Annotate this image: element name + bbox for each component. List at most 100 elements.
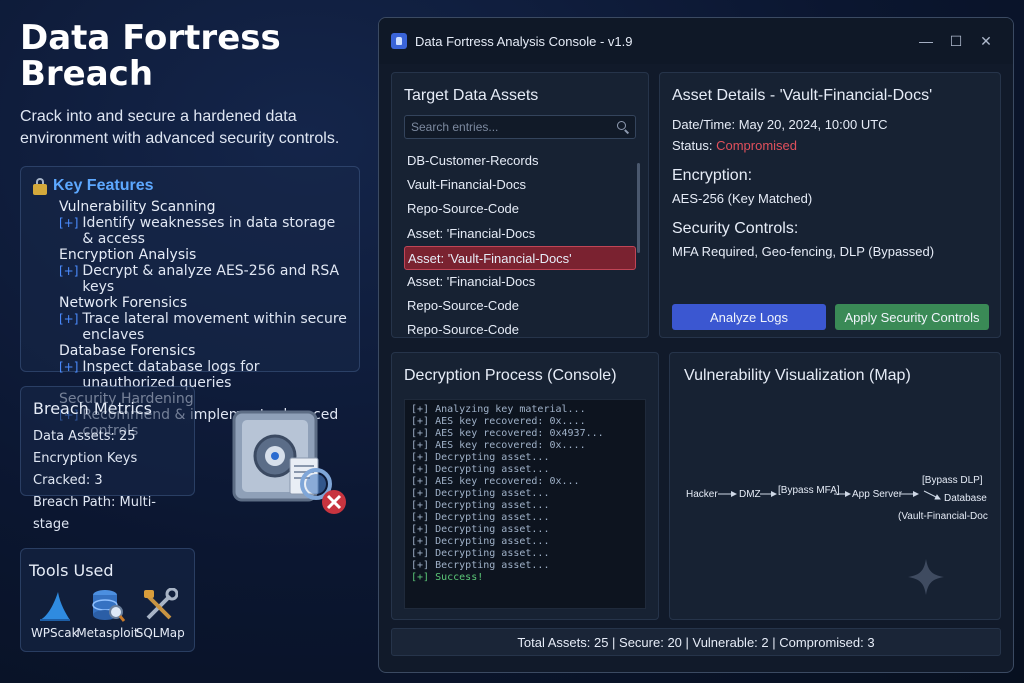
attack-path-diagram: Hacker DMZ [Bypass MFA] App Server [Bypa… xyxy=(686,475,988,522)
sparkle-icon xyxy=(908,559,944,595)
app-lock-icon xyxy=(391,33,407,49)
feature-item: Network Forensics [+] Trace lateral movem… xyxy=(59,295,349,343)
feature-item: Vulnerability Scanning [+] Identify weakn… xyxy=(59,199,349,247)
tool-label: Metasploit xyxy=(76,626,139,640)
console-line: [+] Decrypting asset... xyxy=(411,488,550,499)
target-assets-panel: Target Data Assets DB-Customer-Records V… xyxy=(391,72,649,338)
analyze-logs-button[interactable]: Analyze Logs xyxy=(672,304,826,330)
feature-title: Vulnerability Scanning xyxy=(59,199,216,215)
analysis-console-window: Data Fortress Analysis Console - v1.9 — … xyxy=(378,17,1014,673)
status-label: Status: xyxy=(672,138,717,153)
detail-status: Status: Compromised xyxy=(672,138,988,153)
key-features-heading: Key Features xyxy=(53,177,154,194)
console-line: [+] Decrypting asset... xyxy=(411,524,550,535)
tools-used-heading: Tools Used xyxy=(29,561,114,580)
tool-wpscak: WPScak xyxy=(29,588,81,640)
map-node-hacker: Hacker xyxy=(686,489,718,500)
plus-icon: [+] xyxy=(59,264,79,278)
map-arrow xyxy=(923,490,941,500)
asset-item[interactable]: Repo-Source-Code xyxy=(404,197,636,221)
console-line: [+] Becrypting asset... xyxy=(411,560,550,571)
search-input[interactable] xyxy=(411,120,617,134)
console-line: [+] Analyzing key material... xyxy=(411,404,586,415)
tool-metasploit: Metasploit xyxy=(76,588,139,640)
map-node-dmz: DMZ xyxy=(739,489,761,500)
asset-item[interactable]: DB-Customer-Records xyxy=(404,149,636,173)
feature-title: Network Forensics xyxy=(59,295,188,311)
asset-item[interactable]: Asset: 'Financial-Docs xyxy=(404,270,636,294)
shark-fin-icon xyxy=(37,588,73,624)
plus-icon: [+] xyxy=(59,216,79,230)
encryption-heading: Encryption: xyxy=(672,167,753,184)
map-node-bypass-mfa: [Bypass MFA] xyxy=(778,485,840,496)
metric-keys-cracked: Encryption Keys Cracked: 3 xyxy=(33,451,138,488)
map-node-app-server: App Server xyxy=(852,489,903,500)
console-line: [+] Decrypting asset... xyxy=(411,548,550,559)
vulnerability-map-panel: Vulnerability Visualization (Map) Hacker… xyxy=(669,352,1001,620)
console-line: [+] AES key recovered: 0x.... xyxy=(411,440,586,451)
feature-desc: Decrypt & analyze AES-256 and RSA keys xyxy=(82,263,340,295)
console-line: [+] Decrypting asset... xyxy=(411,452,550,463)
hero-title: Data Fortress Breach xyxy=(20,18,281,94)
map-node-bypass-dlp: [Bypass DLP] xyxy=(922,475,983,486)
tool-label: WPScak xyxy=(30,626,79,640)
minimize-button[interactable]: — xyxy=(911,33,941,49)
key-features-card: Key Features Vulnerability Scanning [+] I… xyxy=(20,166,360,439)
metric-data-assets: Data Assets: 25 xyxy=(33,429,136,444)
console-line: [+] Decrypting asset... xyxy=(411,500,550,511)
feature-desc: Trace lateral movement within secure enc… xyxy=(82,311,347,343)
tool-sqlmap: SQLMap xyxy=(135,588,187,640)
safe-icon xyxy=(232,410,346,514)
feature-desc: Identify weaknesses in data storage & ac… xyxy=(82,215,336,247)
key-features-header: Key Features xyxy=(31,177,349,195)
tools-icon xyxy=(142,588,179,624)
window-title: Data Fortress Analysis Console - v1.9 xyxy=(415,33,633,49)
plus-icon: [+] xyxy=(59,312,79,326)
window-titlebar[interactable]: Data Fortress Analysis Console - v1.9 — … xyxy=(379,18,1013,64)
status-bar: Total Assets: 25 | Secure: 20 | Vulnerab… xyxy=(391,628,1001,656)
encryption-value: AES-256 (Key Matched) xyxy=(672,191,813,206)
asset-item[interactable]: Repo-Source-Code xyxy=(404,318,636,342)
decryption-console-panel: Decryption Process (Console) [+] Analyzi… xyxy=(391,352,659,620)
asset-details-heading: Asset Details - 'Vault-Financial-Docs' xyxy=(672,87,933,104)
breach-metrics-heading: Breach Metrics xyxy=(33,399,152,418)
search-icon[interactable] xyxy=(617,121,630,134)
asset-item[interactable]: Vault-Financial-Docs xyxy=(404,173,636,197)
asset-list-scrollbar[interactable] xyxy=(637,163,640,253)
asset-details-panel: Asset Details - 'Vault-Financial-Docs' D… xyxy=(659,72,1001,338)
detail-datetime: Date/Time: May 20, 2024, 10:00 UTC xyxy=(672,117,888,132)
map-heading: Vulnerability Visualization (Map) xyxy=(684,367,911,384)
feature-title: Encryption Analysis xyxy=(59,247,197,263)
asset-item-selected[interactable]: Asset: 'Vault-Financial-Docs' xyxy=(404,245,636,270)
asset-item[interactable]: Asset: 'Financial-Docs xyxy=(404,222,636,246)
console-line: [+] AES key recovered: 0x... xyxy=(411,476,580,487)
map-node-database: Database xyxy=(944,493,987,504)
map-node-vault-financial-docs: (Vault-Financial-Docs) xyxy=(898,511,988,522)
tool-label: SQLMap xyxy=(135,626,185,640)
console-line: [+] Decrypting asset... xyxy=(411,464,550,475)
feature-item: Encryption Analysis [+] Decrypt & analyze… xyxy=(59,247,349,295)
tools-used-card: Tools Used WPScak Metasploit SQLMap xyxy=(20,548,195,652)
target-assets-heading: Target Data Assets xyxy=(404,87,539,104)
feature-title: Database Forensics xyxy=(59,343,196,359)
maximize-button[interactable]: ☐ xyxy=(941,33,971,50)
asset-item[interactable]: Repo-Source-Code xyxy=(404,294,636,318)
security-controls-heading: Security Controls: xyxy=(672,220,799,237)
search-box xyxy=(404,115,636,139)
console-line: [+] Decrypting asset... xyxy=(411,536,550,547)
asset-list: DB-Customer-Records Vault-Financial-Docs… xyxy=(404,149,640,343)
status-value: Compromised xyxy=(716,138,797,153)
console-line: [+] Decrypting asset... xyxy=(411,512,550,523)
console-line: [+] AES key recovered: 0x4937... xyxy=(411,428,604,439)
console-success-line: [+] Success! xyxy=(411,572,484,583)
hero-subtitle: Crack into and secure a hardened data en… xyxy=(20,108,340,147)
lock-icon xyxy=(31,177,49,195)
security-controls-value: MFA Required, Geo-fencing, DLP (Bypassed… xyxy=(672,244,935,259)
breach-metrics-card: Breach Metrics Data Assets: 25 Encryptio… xyxy=(20,386,195,532)
apply-security-controls-button[interactable]: Apply Security Controls xyxy=(835,304,989,330)
console-heading: Decryption Process (Console) xyxy=(404,367,617,384)
metric-breach-path: Breach Path: Multi-stage xyxy=(33,495,156,532)
close-button[interactable]: ✕ xyxy=(971,33,1001,50)
console-line: [+] AES key recovered: 0x.... xyxy=(411,416,586,427)
feature-item: Database Forensics [+] Inspect database l… xyxy=(59,343,349,391)
